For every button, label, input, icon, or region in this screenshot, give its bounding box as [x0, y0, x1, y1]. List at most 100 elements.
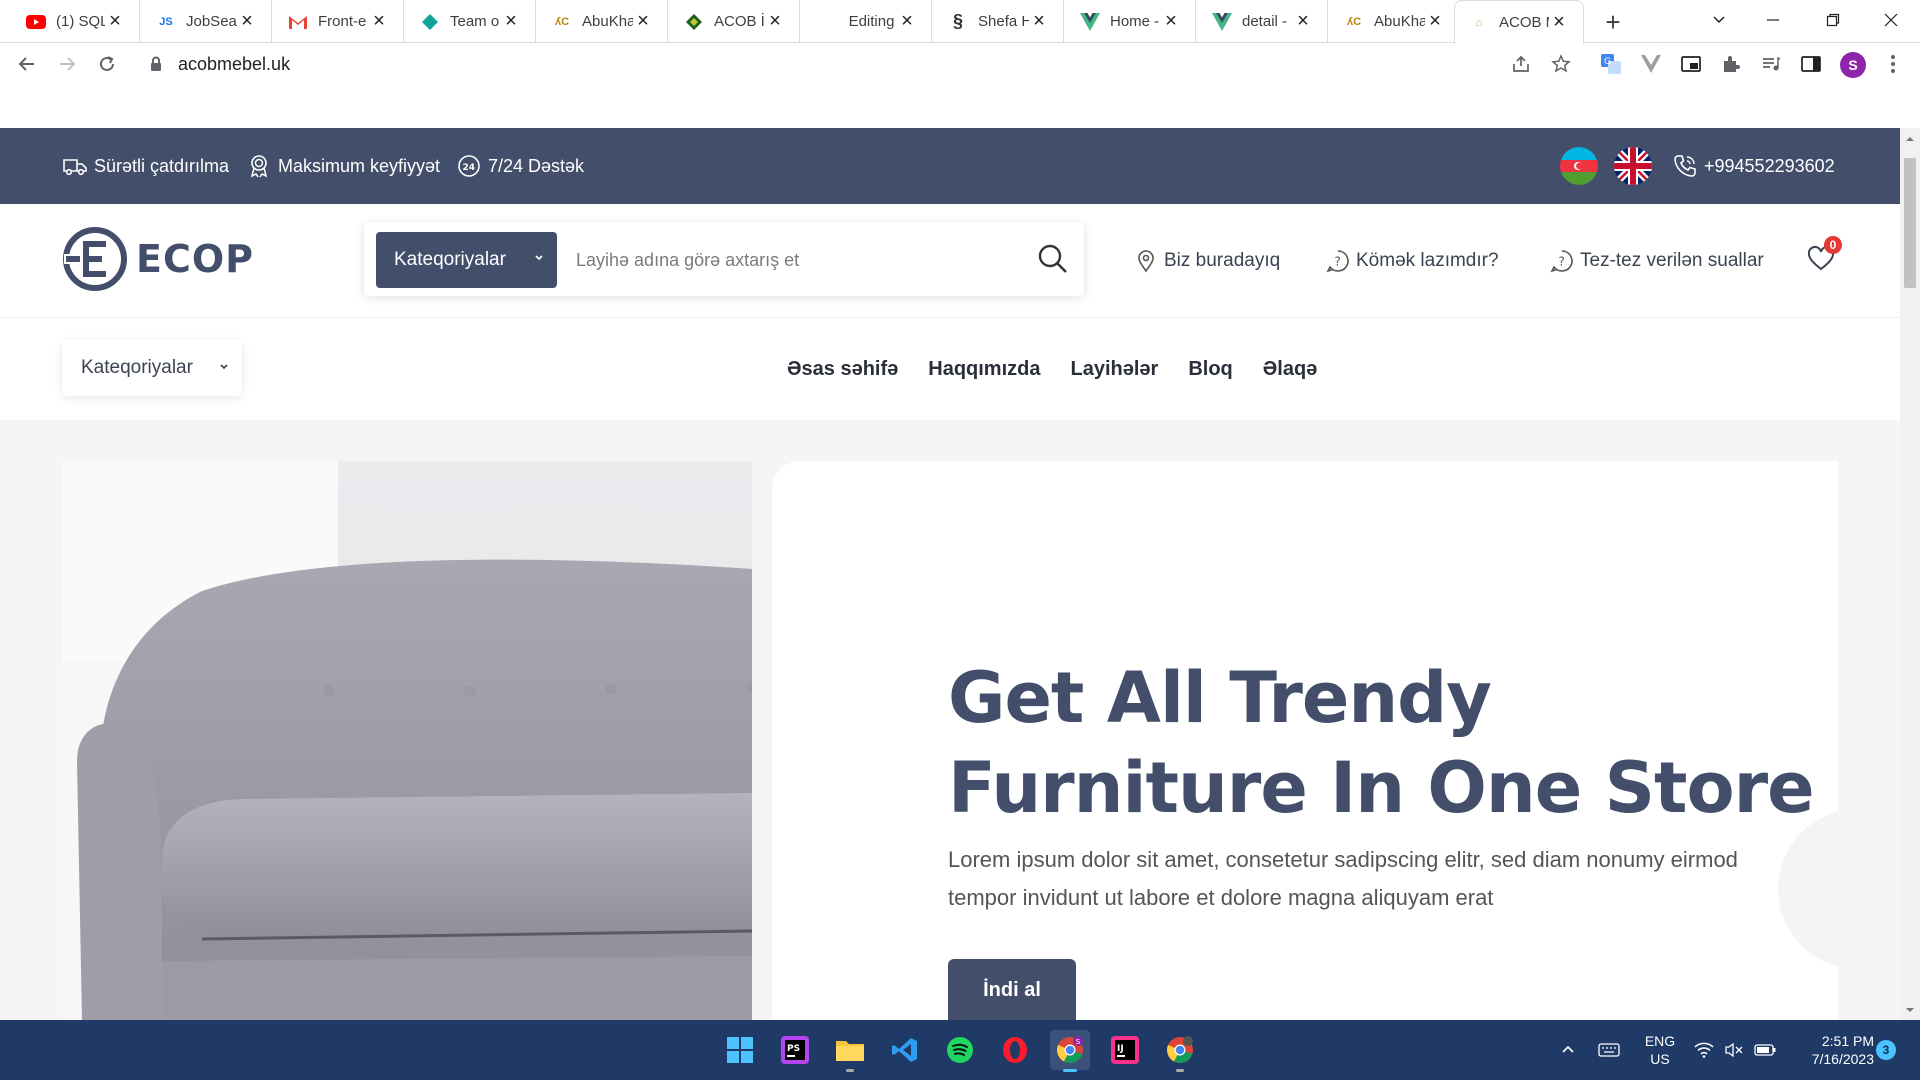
close-icon[interactable]: × — [1425, 10, 1445, 32]
close-icon[interactable]: × — [1029, 10, 1049, 32]
reload-button[interactable] — [92, 49, 122, 79]
browser-tab[interactable]: (1) SQL × — [12, 0, 140, 43]
close-icon[interactable]: × — [501, 10, 521, 32]
close-icon[interactable]: × — [1293, 10, 1313, 32]
azerbaijan-flag-icon[interactable] — [1560, 147, 1598, 185]
close-icon[interactable]: × — [897, 10, 917, 32]
show-hidden-icons-button[interactable] — [1560, 1020, 1576, 1080]
tab-search-button[interactable] — [1690, 0, 1748, 40]
browser-tab-active[interactable]: ⌂ ACOB M × — [1454, 0, 1584, 44]
opera-icon[interactable] — [995, 1030, 1035, 1070]
search-category-button[interactable]: Kateqoriyalar — [376, 232, 557, 288]
kebab-menu-icon[interactable] — [1880, 51, 1906, 77]
back-button[interactable] — [12, 49, 42, 79]
keyboard-icon[interactable] — [1598, 1020, 1620, 1080]
js-icon: JS — [159, 15, 173, 28]
chevron-up-icon — [1562, 1045, 1574, 1053]
close-icon[interactable]: × — [105, 10, 125, 32]
category-dropdown[interactable]: Kateqoriyalar — [62, 340, 242, 396]
diamond-icon — [420, 12, 440, 32]
media-controls-icon[interactable] — [1758, 51, 1784, 77]
gmail-icon — [288, 12, 308, 32]
search-input[interactable] — [576, 242, 1016, 278]
vscode-icon[interactable] — [885, 1030, 925, 1070]
close-icon[interactable]: × — [237, 10, 257, 32]
link-help[interactable]: ? Kömək lazımdır? — [1326, 232, 1499, 290]
wifi-icon[interactable] — [1694, 1020, 1714, 1080]
battery-icon[interactable] — [1754, 1020, 1776, 1080]
close-icon[interactable]: × — [1161, 10, 1181, 32]
arrow-left-icon — [18, 57, 34, 71]
vue-icon — [1080, 12, 1100, 32]
star-icon[interactable] — [1548, 51, 1574, 77]
nav-link-about[interactable]: Haqqımızda — [928, 358, 1040, 381]
profile-avatar[interactable]: S — [1840, 52, 1866, 78]
link-location[interactable]: Biz buradayıq — [1134, 232, 1280, 290]
address-bar-row: acobmebel.uk G S — [0, 43, 1920, 84]
search-icon[interactable] — [1036, 242, 1070, 276]
chevron-down-icon — [220, 364, 228, 370]
language-indicator[interactable]: ENG US — [1640, 1032, 1680, 1068]
svg-text:PS: PS — [787, 1044, 800, 1054]
close-icon[interactable]: × — [1549, 11, 1569, 33]
chrome-icon[interactable] — [1160, 1030, 1200, 1072]
side-panel-icon[interactable] — [1798, 51, 1824, 77]
page-scrollbar[interactable] — [1900, 128, 1920, 1021]
phone-contact[interactable]: +994552293602 — [1672, 128, 1835, 204]
close-window-button[interactable] — [1862, 0, 1920, 40]
browser-tab[interactable]: Home - × — [1066, 0, 1196, 43]
main-navigation: Kateqoriyalar Əsas səhifə Haqqımızda Lay… — [0, 318, 1900, 420]
site-logo[interactable]: ECOP — [62, 226, 254, 292]
chrome-icon[interactable]: S — [1050, 1030, 1090, 1072]
windows-taskbar: PS S IJ ENG US 2:51 PM 7/16/2023 3 — [0, 1020, 1920, 1080]
windows-start-icon[interactable] — [720, 1030, 760, 1070]
close-icon[interactable]: × — [633, 10, 653, 32]
url-text: acobmebel.uk — [178, 53, 291, 74]
wishlist-button[interactable]: 0 — [1806, 236, 1842, 274]
browser-tab[interactable]: detail - × — [1198, 0, 1328, 43]
svg-text:S: S — [1076, 1038, 1081, 1046]
hero-description: Lorem ipsum dolor sit amet, consetetur s… — [948, 847, 1738, 910]
close-icon[interactable]: × — [765, 10, 785, 32]
browser-tab[interactable]: ʎC AbuKha × — [538, 0, 668, 43]
restore-button[interactable] — [1804, 0, 1862, 40]
link-faq[interactable]: ? Tez-tez verilən suallar — [1550, 232, 1764, 290]
browser-tab[interactable]: § Shefa H × — [934, 0, 1064, 43]
scroll-down-icon[interactable] — [1905, 1005, 1915, 1015]
browser-tab[interactable]: JS JobSear × — [142, 0, 272, 43]
spotify-icon[interactable] — [940, 1030, 980, 1070]
omnibox[interactable]: acobmebel.uk — [146, 49, 1486, 79]
logo-text: ECOP — [136, 237, 254, 281]
extensions-icon[interactable] — [1718, 51, 1744, 77]
scroll-up-icon[interactable] — [1905, 134, 1915, 144]
new-tab-button[interactable]: + — [1598, 7, 1628, 37]
phpstorm-icon[interactable]: PS — [775, 1030, 815, 1070]
vue-devtools-icon[interactable] — [1638, 51, 1664, 77]
nav-link-projects[interactable]: Layihələr — [1071, 358, 1159, 381]
tree-logo-icon: ʎC — [1346, 15, 1362, 28]
tree-logo-icon: ʎC — [554, 15, 570, 28]
nav-link-blog[interactable]: Bloq — [1188, 358, 1232, 381]
nav-link-home[interactable]: Əsas səhifə — [787, 358, 898, 381]
picture-in-picture-icon[interactable] — [1678, 51, 1704, 77]
uk-flag-icon[interactable] — [1614, 147, 1652, 185]
browser-tab[interactable]: ACOB İr × — [670, 0, 800, 43]
browser-tab[interactable]: ʎC AbuKha × — [1330, 0, 1460, 43]
browser-tab[interactable]: Editing × — [802, 0, 932, 43]
close-icon[interactable]: × — [369, 10, 389, 32]
scrollbar-thumb[interactable] — [1904, 158, 1916, 288]
intellij-icon[interactable]: IJ — [1105, 1030, 1145, 1070]
minimize-button[interactable] — [1744, 0, 1802, 40]
file-explorer-icon[interactable] — [830, 1030, 870, 1072]
svg-text:?: ? — [1335, 255, 1341, 269]
buy-now-button[interactable]: İndi al — [948, 959, 1076, 1021]
browser-tab[interactable]: Front-e × — [274, 0, 404, 43]
notification-badge[interactable]: 3 — [1876, 1040, 1896, 1060]
share-icon[interactable] — [1508, 51, 1534, 77]
forward-button[interactable] — [52, 49, 82, 79]
translate-icon[interactable]: G — [1598, 51, 1624, 77]
nav-link-contact[interactable]: Əlaqə — [1263, 358, 1318, 381]
system-clock[interactable]: 2:51 PM 7/16/2023 — [1786, 1032, 1874, 1068]
browser-tab[interactable]: Team o × — [406, 0, 536, 43]
speaker-muted-icon[interactable] — [1724, 1020, 1744, 1080]
